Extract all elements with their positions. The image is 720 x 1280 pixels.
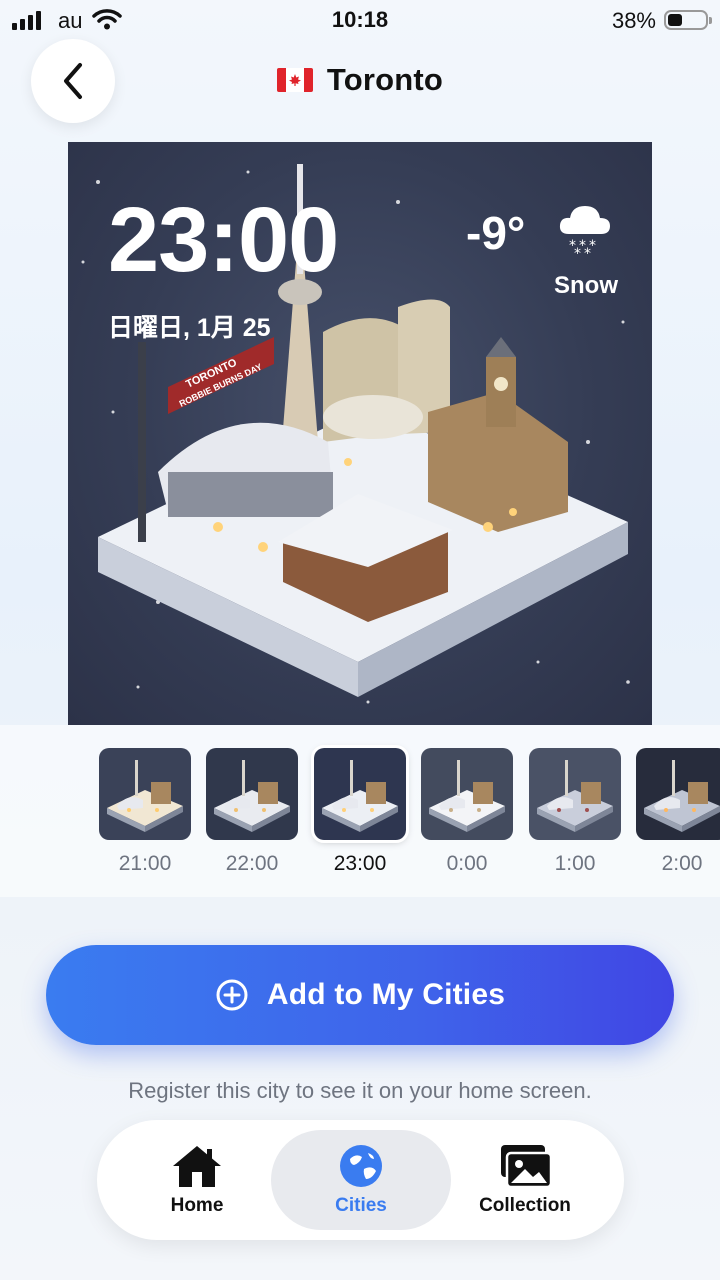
svg-text:*: * — [584, 246, 591, 260]
globe-icon — [340, 1145, 382, 1187]
city-hero-image: TORONTO ROBBIE BURNS DAY 23:00 日曜日, 1月 2… — [68, 142, 652, 725]
timeline-label: 2:00 — [661, 852, 703, 875]
timeline-thumb[interactable] — [311, 745, 409, 843]
add-to-my-cities-button[interactable]: Add to My Cities — [46, 945, 674, 1045]
bottom-nav: Home Cities Collection — [97, 1120, 624, 1240]
register-hint: Register this city to see it on your hom… — [128, 1078, 592, 1103]
timeline-thumb-image — [529, 748, 621, 840]
timeline-thumb[interactable] — [206, 748, 298, 840]
timeline-thumb[interactable] — [529, 748, 621, 840]
timeline-thumb-image — [314, 748, 406, 840]
nav-item-cities[interactable]: Cities — [271, 1130, 451, 1230]
canada-flag-icon — [276, 68, 313, 92]
timeline-thumb[interactable] — [421, 748, 513, 840]
timeline-thumb[interactable] — [636, 748, 720, 840]
nav-label-home: Home — [170, 1195, 224, 1216]
timeline-thumb[interactable] — [99, 748, 191, 840]
battery-level — [668, 14, 682, 26]
timeline-thumb-image — [99, 748, 191, 840]
gallery-icon — [501, 1145, 553, 1189]
timeline-label: 23:00 — [333, 852, 387, 875]
nav-item-collection[interactable]: Collection — [465, 1130, 585, 1230]
timeline-thumb-image — [206, 748, 298, 840]
timeline-label: 0:00 — [446, 852, 488, 875]
timeline-label: 22:00 — [225, 852, 279, 875]
timeline-thumb-image — [421, 748, 513, 840]
battery-icon — [664, 10, 712, 30]
add-button-label: Add to My Cities — [266, 978, 506, 1011]
home-icon — [173, 1146, 221, 1187]
page-title: Toronto — [326, 62, 444, 97]
hero-temperature: -9° — [466, 207, 526, 259]
nav-label-collection: Collection — [479, 1195, 571, 1216]
svg-text:*: * — [574, 246, 581, 260]
nav-item-home[interactable]: Home — [137, 1130, 257, 1230]
nav-label-cities: Cities — [335, 1195, 387, 1216]
hero-time: 23:00 — [108, 189, 339, 291]
hero-condition: Snow — [554, 272, 618, 299]
timeline-thumb-image — [636, 748, 720, 840]
status-bar: au 10:18 38% — [0, 0, 720, 40]
page-header: Toronto — [0, 62, 720, 98]
timeline-label: 1:00 — [554, 852, 596, 875]
plus-circle-icon — [216, 979, 248, 1011]
timeline-label: 21:00 — [118, 852, 172, 875]
battery-percent: 38% — [611, 8, 656, 33]
hero-date: 日曜日, 1月 25 — [108, 314, 271, 342]
snow-cloud-icon: * * * * * — [555, 200, 615, 265]
